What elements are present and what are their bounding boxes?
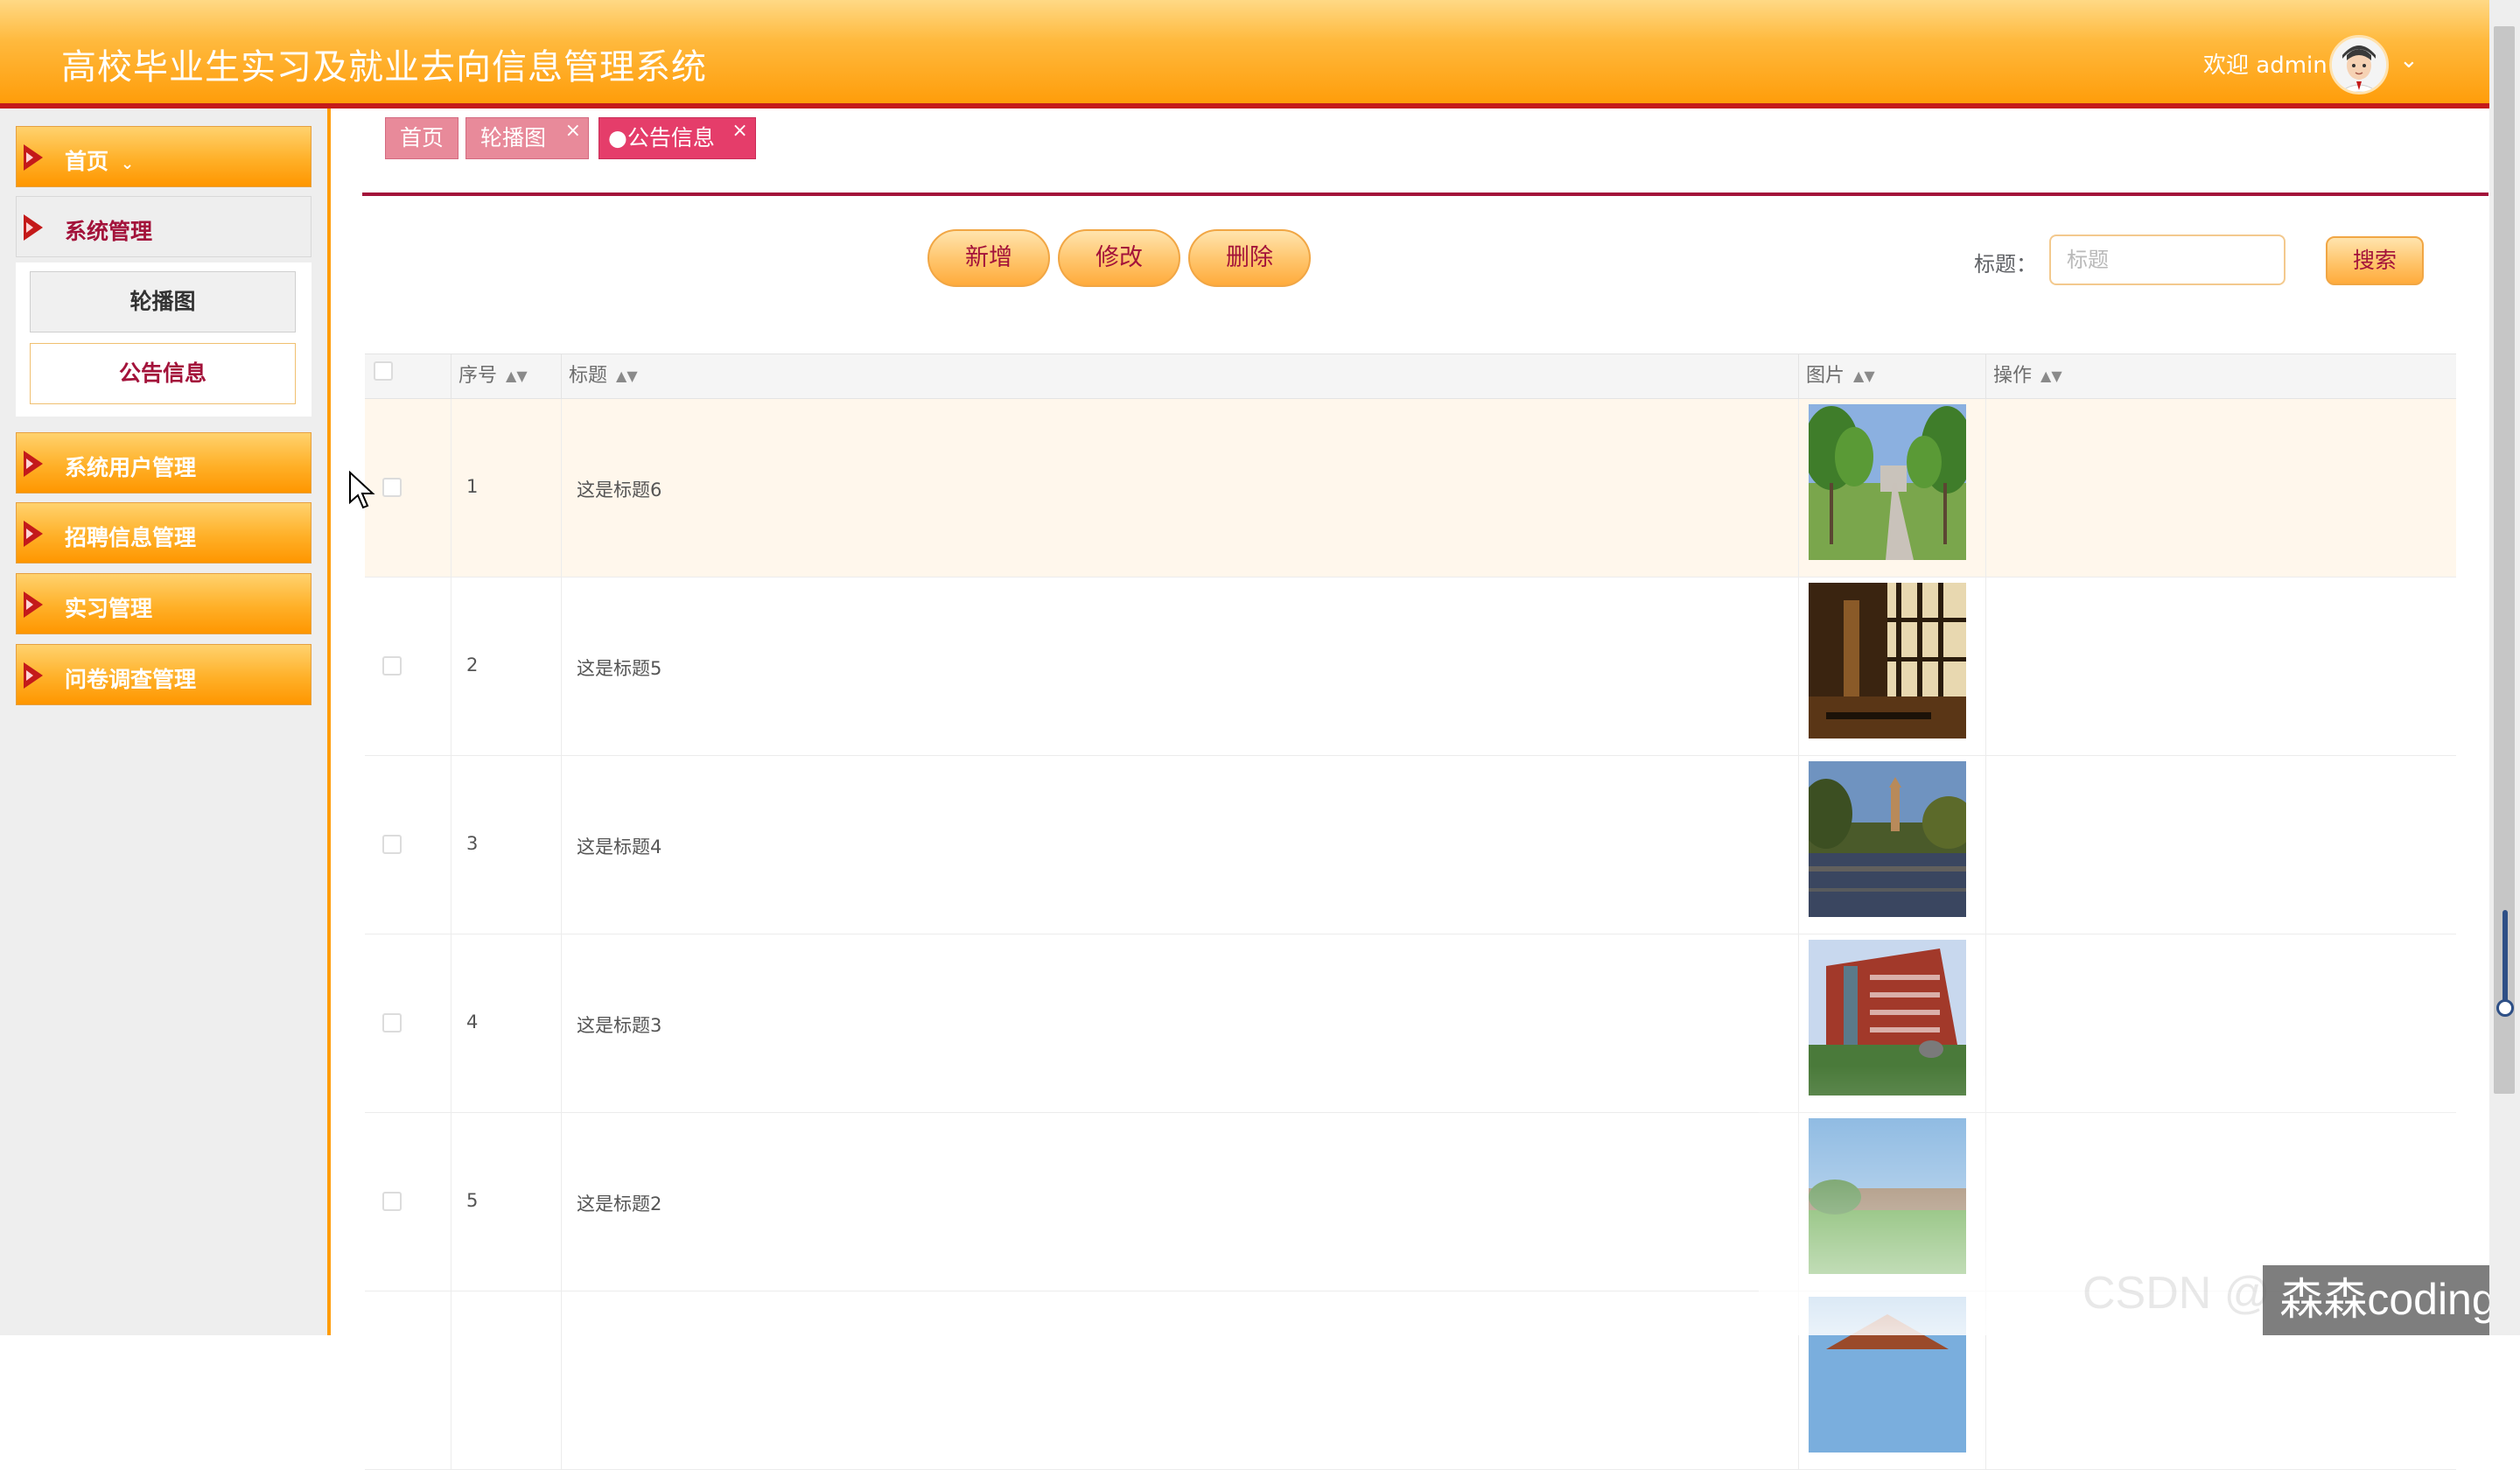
sidebar-item-recruitment[interactable]: 招聘信息管理 [16, 502, 312, 564]
lake-pagoda-image [1809, 761, 1966, 917]
column-header-index[interactable]: 序号 ▲▼ [451, 354, 564, 398]
table-row[interactable]: 2 这是标题5 [365, 578, 2456, 756]
column-header-image[interactable]: 图片 ▲▼ [1798, 354, 1989, 398]
table-header: 序号 ▲▼ 标题 ▲▼ 图片 ▲▼ 操作 ▲▼ [365, 354, 2456, 399]
row-title: 这是标题4 [577, 836, 662, 858]
sidebar-item-survey[interactable]: 问卷调查管理 [16, 644, 312, 705]
faint-watermark: CSDN @ [2082, 1268, 2271, 1319]
row-checkbox[interactable] [382, 835, 402, 854]
close-icon[interactable]: × [565, 111, 581, 151]
tab-home[interactable]: 首页 [385, 117, 459, 159]
column-header-actions[interactable]: 操作 ▲▼ [1985, 354, 2456, 398]
sort-icon[interactable]: ▲▼ [616, 354, 638, 398]
tab-label: 首页 [400, 125, 444, 150]
app-title: 高校毕业生实习及就业去向信息管理系统 [61, 47, 707, 88]
tab-label: 轮播图 [480, 125, 547, 150]
add-button[interactable]: 新增 [928, 229, 1050, 287]
search-input[interactable] [2049, 234, 2286, 285]
select-all-checkbox[interactable] [374, 361, 393, 381]
submenu-item-carousel[interactable]: 轮播图 [30, 271, 296, 332]
sidebar: 首页 ⌄ 系统管理 轮播图 公告信息 系统用户管理 招聘信息管理 实习管理 问卷调… [0, 108, 331, 1335]
sidebar-item-user-management[interactable]: 系统用户管理 [16, 432, 312, 494]
row-title: 这是标题6 [577, 480, 662, 500]
tab-announcement[interactable]: ●公告信息 × [598, 117, 756, 159]
search-button[interactable]: 搜索 [2326, 236, 2424, 285]
sidebar-item-home[interactable]: 首页 ⌄ [16, 126, 312, 187]
caret-right-icon [24, 214, 43, 241]
row-title: 这是标题2 [577, 1194, 662, 1214]
row-index: 2 [466, 654, 479, 676]
row-checkbox[interactable] [382, 478, 402, 497]
row-checkbox[interactable] [382, 656, 402, 676]
welcome-text: 欢迎 admin [2203, 52, 2328, 79]
sort-icon[interactable]: ▲▼ [1853, 354, 1875, 398]
sidebar-item-label: 问卷调查管理 [65, 667, 197, 692]
sidebar-item-label: 系统管理 [65, 219, 153, 244]
row-title: 这是标题5 [577, 658, 662, 679]
sidebar-item-label: 系统用户管理 [65, 455, 197, 480]
table-row[interactable]: 1 这是标题6 [365, 399, 2456, 578]
mouse-cursor-icon [348, 470, 376, 514]
row-index: 3 [466, 833, 479, 854]
sidebar-item-label: 实习管理 [65, 596, 153, 621]
submenu-panel: 轮播图 公告信息 [16, 262, 312, 416]
edit-button[interactable]: 修改 [1058, 229, 1180, 287]
chevron-down-icon[interactable]: ⌄ [2399, 47, 2418, 74]
chevron-down-icon: ⌄ [121, 155, 135, 173]
search-label: 标题： [1974, 252, 2037, 276]
row-index: 1 [466, 476, 479, 497]
tab-carousel[interactable]: 轮播图 × [466, 117, 590, 159]
delete-button[interactable]: 删除 [1188, 229, 1311, 287]
sidebar-item-label: 招聘信息管理 [65, 525, 197, 550]
sidebar-item-internship[interactable]: 实习管理 [16, 573, 312, 634]
watermark: 森森coding [2263, 1265, 2513, 1335]
caret-right-icon [24, 144, 43, 171]
sort-icon[interactable]: ▲▼ [506, 354, 528, 398]
scroll-slider-knob[interactable] [2496, 999, 2514, 1017]
top-header: 高校毕业生实习及就业去向信息管理系统 欢迎 admin ⌄ [0, 0, 2489, 108]
sidebar-item-label: 首页 [65, 149, 109, 174]
tab-label: ●公告信息 [608, 125, 715, 150]
tree-lined-path-image [1809, 404, 1966, 560]
row-checkbox[interactable] [382, 1192, 402, 1211]
submenu-item-announcement[interactable]: 公告信息 [30, 343, 296, 404]
close-icon[interactable]: × [732, 111, 747, 151]
row-index: 5 [466, 1190, 479, 1211]
user-avatar[interactable] [2329, 35, 2389, 94]
caret-right-icon [24, 451, 43, 477]
row-index: 4 [466, 1012, 479, 1032]
row-checkbox[interactable] [382, 1013, 402, 1032]
tabs-divider [362, 192, 2488, 196]
sidebar-item-system-management[interactable]: 系统管理 [16, 196, 312, 257]
library-interior-image [1809, 583, 1966, 738]
table-row[interactable]: 3 这是标题4 [365, 756, 2456, 934]
column-header-title[interactable]: 标题 ▲▼ [561, 354, 1807, 398]
sort-icon[interactable]: ▲▼ [2040, 354, 2062, 398]
row-title: 这是标题3 [577, 1015, 662, 1036]
caret-right-icon [24, 662, 43, 689]
caret-right-icon [24, 592, 43, 618]
caret-right-icon [24, 521, 43, 547]
